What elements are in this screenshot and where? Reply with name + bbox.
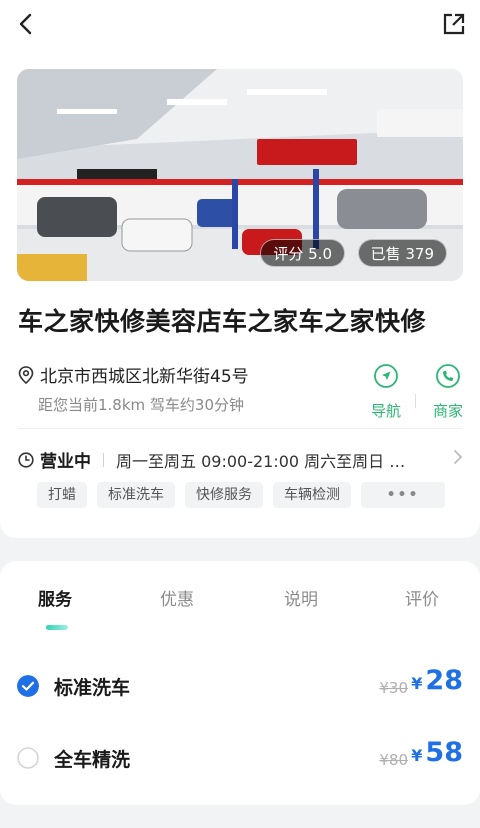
service-name: 标准洗车 [54,677,131,699]
service-tag: 快修服务 [185,482,263,508]
store-address: 北京市西城区北新华街45号 [40,367,249,387]
open-status: 营业中 [40,452,91,472]
original-price: ¥80 [379,751,408,769]
store-photo[interactable]: 评分 5.0 已售 379 [17,69,463,281]
divider [103,452,104,467]
service-name: 全车精洗 [54,749,131,771]
phone-icon [436,364,460,388]
original-price: ¥30 [379,679,408,697]
call-merchant-button[interactable]: 商家 [428,364,468,421]
navigate-icon [374,364,398,388]
back-button[interactable] [12,10,40,38]
sale-price: ¥58 [411,737,463,768]
address-row[interactable]: 北京市西城区北新华街45号 [18,362,249,387]
business-hours: 周一至周五 09:00-21:00 周六至周日 … [116,451,406,471]
rating-badge: 评分 5.0 [260,239,345,267]
share-button[interactable] [440,10,468,38]
store-card: 评分 5.0 已售 379 车之家快修美容店车之家车之家快修 北京市西城区北新华… [0,56,480,538]
service-tags: 打蜡 标准洗车 快修服务 车辆检测 ••• [37,482,445,508]
tab-offers[interactable]: 优惠 [160,585,194,610]
store-name: 车之家快修美容店车之家车之家快修 [18,307,427,336]
checked-circle-icon[interactable] [17,675,39,697]
chevron-right-icon [454,450,463,464]
active-tab-indicator [46,625,68,630]
divider [18,428,462,429]
tab-services[interactable]: 服务 [38,585,72,610]
service-tag: 打蜡 [37,482,87,508]
currency-symbol: ¥ [411,746,423,765]
price-value: 58 [425,737,463,768]
navigate-label: 导航 [370,402,401,420]
currency-symbol: ¥ [411,674,423,693]
service-item[interactable]: 全车精洗 ¥80 ¥58 [0,737,480,779]
sold-count-badge: 已售 379 [357,239,447,267]
price-value: 28 [425,665,463,696]
business-hours-row[interactable]: 营业中 周一至周五 09:00-21:00 周六至周日 … [18,447,466,472]
more-tags-button[interactable]: ••• [361,482,445,508]
divider [415,394,416,408]
service-tag: 标准洗车 [97,482,175,508]
clock-icon [18,451,34,468]
chevron-left-icon [19,13,32,35]
service-item[interactable]: 标准洗车 ¥30 ¥28 [0,665,480,707]
share-icon [443,13,465,35]
services-card: 服务 优惠 说明 评价 标准洗车 ¥30 ¥28 全车精洗 ¥80 ¥58 [0,561,480,805]
navigate-button[interactable]: 导航 [366,364,406,421]
distance-info: 距您当前1.8km 驾车约30分钟 [38,396,245,414]
location-pin-icon [18,365,34,384]
sale-price: ¥28 [411,665,463,696]
service-tag: 车辆检测 [273,482,351,508]
tab-bar: 服务 优惠 说明 评价 [0,585,480,615]
tab-reviews[interactable]: 评价 [405,585,439,610]
merchant-label: 商家 [432,402,463,420]
top-bar [0,0,480,56]
tab-description[interactable]: 说明 [284,585,318,610]
unchecked-circle-icon[interactable] [17,747,39,769]
